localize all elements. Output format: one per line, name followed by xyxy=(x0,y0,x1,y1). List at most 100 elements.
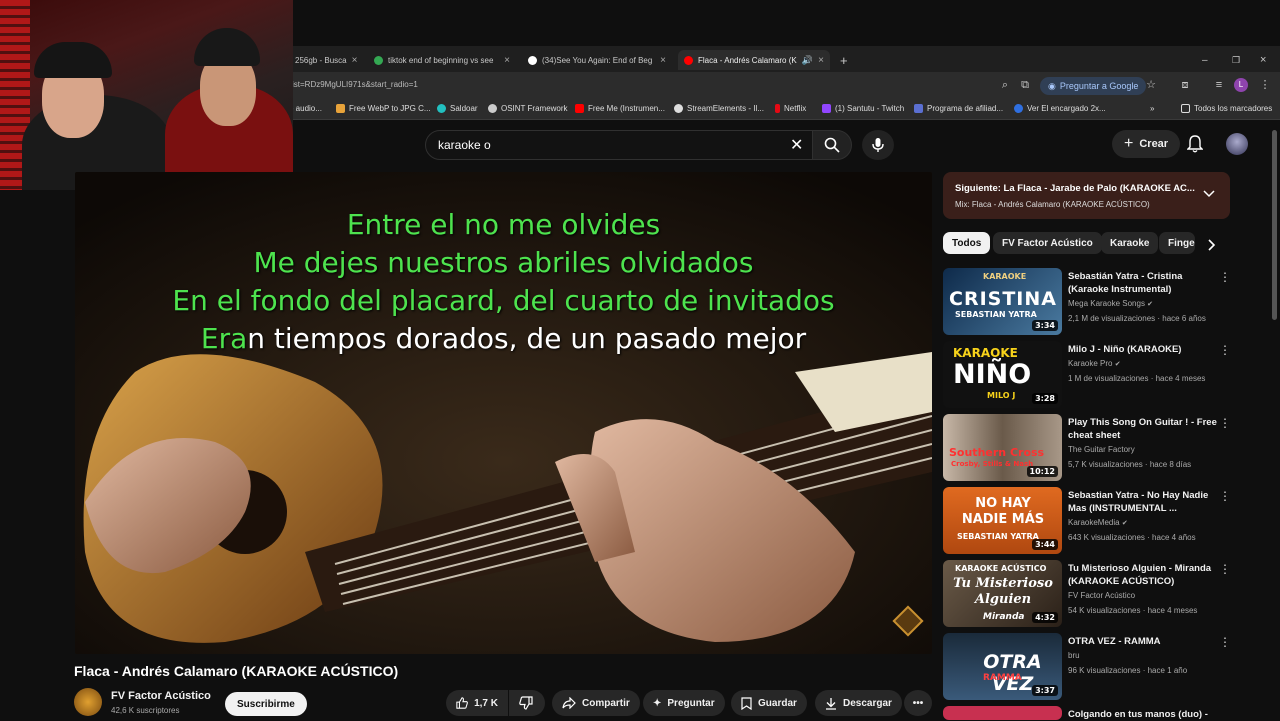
mic-button[interactable] xyxy=(862,130,894,160)
recommendation-meta: 96 K visualizaciones · hace 1 año xyxy=(1068,666,1188,675)
bookmark-item[interactable]: StreamElements - Il... xyxy=(674,104,764,113)
download-button[interactable]: Descargar xyxy=(815,690,902,716)
create-button[interactable]: + Crear xyxy=(1112,130,1181,158)
recommendation-title[interactable]: Play This Song On Guitar ! - Free cheat … xyxy=(1068,416,1218,442)
ask-button[interactable]: ✦ Preguntar xyxy=(643,690,725,716)
bookmark-item[interactable]: Free Me (Instrumen... xyxy=(575,104,665,113)
zoom-icon[interactable]: ⌕ xyxy=(998,78,1012,92)
subscribe-button[interactable]: Suscribirme xyxy=(225,692,307,716)
channel-label: Mega Karaoke Songs xyxy=(1068,299,1145,308)
recommendation-title[interactable]: Milo J - Niño (KARAOKE) xyxy=(1068,343,1218,356)
clear-icon[interactable]: ✕ xyxy=(790,135,803,155)
extensions-icon[interactable]: ⧈ xyxy=(1178,78,1192,92)
dislike-button[interactable] xyxy=(509,690,545,716)
like-button[interactable]: 1,7 K xyxy=(446,690,508,716)
video-thumbnail[interactable]: KARAOKE NIÑO MILO J 3:28 xyxy=(943,341,1062,408)
more-icon[interactable]: ⋮ xyxy=(1219,489,1231,503)
close-icon[interactable]: × xyxy=(818,55,824,66)
up-next-title: Siguiente: La Flaca - Jarabe de Palo (KA… xyxy=(955,183,1195,194)
account-avatar[interactable] xyxy=(1226,133,1248,155)
all-bookmarks[interactable]: Todos los marcadores xyxy=(1181,104,1272,113)
bookmark-item[interactable]: OSINT Framework xyxy=(488,104,568,113)
browser-tab-active[interactable]: Flaca - Andrés Calamaro (K 🔊 × xyxy=(678,50,830,70)
recommendation-item[interactable]: KARAOKE CRISTINA SEBASTIAN YATRA 3:34 Se… xyxy=(943,268,1273,336)
recommendation-channel[interactable]: KaraokeMedia ✔ xyxy=(1068,518,1128,527)
bookmark-item[interactable]: Netflix xyxy=(775,104,806,113)
bookmark-item[interactable]: (1) Santutu - Twitch xyxy=(822,104,904,113)
video-player[interactable]: Entre el no me olvides Me dejes nuestros… xyxy=(75,172,932,654)
browser-tab[interactable]: 256gb - Busca × xyxy=(289,50,359,70)
bookmark-item[interactable]: Programa de afiliad... xyxy=(914,104,1003,113)
close-window-icon[interactable]: × xyxy=(1254,50,1272,70)
chip-fingerstyle[interactable]: Finge xyxy=(1159,232,1195,254)
bookmark-item[interactable]: Ver El encargado 2x... xyxy=(1014,104,1106,113)
share-button[interactable]: Compartir xyxy=(552,690,640,716)
more-icon[interactable]: ⋮ xyxy=(1219,562,1231,576)
recommendation-channel[interactable]: The Guitar Factory xyxy=(1068,445,1135,454)
create-label: Crear xyxy=(1139,138,1169,150)
minimize-icon[interactable]: – xyxy=(1196,50,1214,70)
recommendation-item[interactable]: Southern Cross Crosby, Stills & Nash 10:… xyxy=(943,414,1273,482)
chip-channel[interactable]: FV Factor Acústico xyxy=(993,232,1102,254)
close-icon[interactable]: × xyxy=(504,55,510,66)
close-icon[interactable]: × xyxy=(660,55,666,66)
more-actions-button[interactable]: ••• xyxy=(904,690,932,716)
search-input[interactable]: karaoke o xyxy=(425,130,815,160)
verified-icon: ✔ xyxy=(1114,361,1121,368)
ask-google-button[interactable]: ◉ Preguntar a Google xyxy=(1040,77,1147,95)
video-thumbnail[interactable]: NO HAY NADIE MÁS SEBASTIAN YATRA 3:44 xyxy=(943,487,1062,554)
chip-all[interactable]: Todos xyxy=(943,232,991,254)
more-icon[interactable]: ⋮ xyxy=(1219,343,1231,357)
recommendation-title[interactable]: Sebastián Yatra - Cristina (Karaoke Inst… xyxy=(1068,270,1218,296)
video-thumbnail[interactable]: OTRA VEZ RAMMA 3:37 xyxy=(943,633,1062,700)
save-button[interactable]: Guardar xyxy=(731,690,807,716)
scrollbar[interactable] xyxy=(1272,130,1277,320)
channel-name[interactable]: FV Factor Acústico xyxy=(111,690,211,702)
recommendation-item[interactable]: KARAOKE ACÚSTICO Tu Misterioso Alguien M… xyxy=(943,560,1273,628)
speaker-icon[interactable]: 🔊 xyxy=(802,55,813,66)
recommendation-title[interactable]: OTRA VEZ - RAMMA xyxy=(1068,635,1218,648)
search-button[interactable] xyxy=(812,130,852,160)
browser-tab[interactable]: (34)See You Again: End of Beg × xyxy=(522,50,672,70)
cast-icon[interactable]: ⧉ xyxy=(1018,78,1032,92)
recommendation-channel[interactable]: FV Factor Acústico xyxy=(1068,591,1135,600)
menu-icon[interactable]: ⋮ xyxy=(1258,78,1272,92)
recommendation-item[interactable]: NO HAY NADIE MÁS SEBASTIAN YATRA 3:44 Se… xyxy=(943,487,1273,555)
chip-karaoke[interactable]: Karaoke xyxy=(1101,232,1159,254)
lyric-line: En el fondo del placard, del cuarto de i… xyxy=(75,284,932,317)
more-icon[interactable]: ⋮ xyxy=(1219,635,1231,649)
video-thumbnail[interactable] xyxy=(943,706,1062,720)
bookmark-item[interactable]: e audio... xyxy=(289,104,322,113)
more-icon[interactable]: ⋮ xyxy=(1219,416,1231,430)
bookmark-item[interactable]: Saldoar xyxy=(437,104,478,113)
close-icon[interactable]: × xyxy=(352,55,358,66)
chevron-right-icon[interactable] xyxy=(1207,239,1217,251)
bookmark-item[interactable]: Free WebP to JPG C... xyxy=(336,104,431,113)
bookmarks-overflow-icon[interactable]: » xyxy=(1150,104,1154,113)
recommendation-channel[interactable]: Mega Karaoke Songs ✔ xyxy=(1068,299,1153,308)
video-thumbnail[interactable]: KARAOKE CRISTINA SEBASTIAN YATRA 3:34 xyxy=(943,268,1062,335)
video-thumbnail[interactable]: KARAOKE ACÚSTICO Tu Misterioso Alguien M… xyxy=(943,560,1062,627)
recommendation-item[interactable]: OTRA VEZ RAMMA 3:37 OTRA VEZ - RAMMA bru… xyxy=(943,633,1273,701)
recommendation-title[interactable]: Colgando en tus manos (duo) - xyxy=(1068,708,1218,721)
recommendation-channel[interactable]: Karaoke Pro ✔ xyxy=(1068,359,1121,368)
url-field[interactable]: ist=RDz9MgULI971s&start_radio=1 xyxy=(292,80,418,89)
video-thumbnail[interactable]: Southern Cross Crosby, Stills & Nash 10:… xyxy=(943,414,1062,481)
star-icon[interactable]: ☆ xyxy=(1144,78,1158,92)
chevron-down-icon[interactable] xyxy=(1203,190,1215,198)
recommendation-channel[interactable]: bru xyxy=(1068,651,1080,660)
recommendation-title[interactable]: Sebastian Yatra - No Hay Nadie Mas (INST… xyxy=(1068,489,1218,515)
media-icon[interactable]: ≡ xyxy=(1212,78,1226,92)
profile-avatar[interactable]: L xyxy=(1234,78,1248,92)
up-next-panel[interactable]: Siguiente: La Flaca - Jarabe de Palo (KA… xyxy=(943,172,1230,219)
bell-icon[interactable] xyxy=(1187,135,1203,153)
lyric-highlight: Entre el no me olvides xyxy=(346,208,661,241)
recommendation-item[interactable]: KARAOKE NIÑO MILO J 3:28 Milo J - Niño (… xyxy=(943,341,1273,409)
more-icon[interactable]: ⋮ xyxy=(1219,270,1231,284)
channel-avatar[interactable] xyxy=(74,688,102,716)
restore-icon[interactable]: ❐ xyxy=(1226,50,1246,70)
browser-tab[interactable]: tiktok end of beginning vs see × xyxy=(368,50,516,70)
new-tab-button[interactable]: + xyxy=(834,50,850,70)
recommendation-item[interactable]: Colgando en tus manos (duo) - xyxy=(943,706,1273,720)
recommendation-title[interactable]: Tu Misterioso Alguien - Miranda (KARAOKE… xyxy=(1068,562,1218,588)
